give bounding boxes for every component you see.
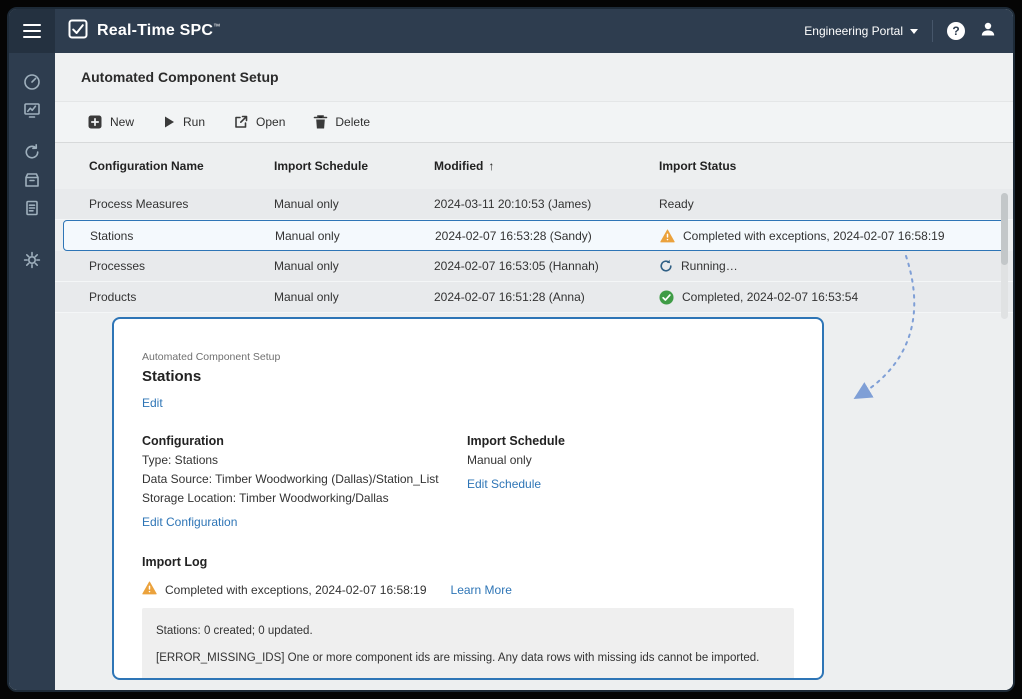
cell-import-status: Completed, 2024-02-07 16:53:54 [659,290,993,305]
table-row[interactable]: Products Manual only 2024-02-07 16:51:28… [55,282,1013,313]
column-import-schedule[interactable]: Import Schedule [274,159,434,173]
new-button-label: New [110,115,134,129]
delete-button[interactable]: Delete [313,114,370,130]
user-icon [979,20,997,43]
sidebar-item-settings[interactable] [23,251,41,269]
edit-schedule-link[interactable]: Edit Schedule [467,477,541,491]
log-line: [ERROR_MISSING_IDS] One or more componen… [156,652,780,664]
table-row[interactable]: Processes Manual only 2024-02-07 16:53:0… [55,251,1013,282]
open-button[interactable]: Open [233,114,285,130]
help-button[interactable]: ? [947,22,965,40]
page-header: Automated Component Setup [55,53,1013,101]
trademark-symbol: ™ [213,24,220,31]
cell-import-schedule: Manual only [274,259,434,273]
sidebar-item-charts[interactable] [23,101,41,119]
success-check-icon [659,290,674,305]
app-logo: Real-Time SPC™ [68,19,220,44]
chevron-down-icon [910,29,918,34]
configuration-section: Configuration Type: Stations Data Source… [142,434,467,531]
play-icon [162,115,176,129]
delete-button-label: Delete [335,115,370,129]
page-title: Automated Component Setup [81,69,279,85]
portal-label: Engineering Portal [804,24,903,38]
sidebar-item-dashboard[interactable] [23,73,41,91]
cell-import-status: Running… [659,259,993,273]
edit-link[interactable]: Edit [142,396,163,410]
configuration-type: Type: Stations [142,453,467,467]
column-configuration-name[interactable]: Configuration Name [89,159,274,173]
cell-import-schedule: Manual only [274,290,434,304]
learn-more-link[interactable]: Learn More [451,583,512,597]
refresh-running-icon [659,259,673,273]
sidebar-nav [9,53,55,690]
toolbar: New Run Open Delete [55,101,1013,143]
new-button[interactable]: New [87,114,134,130]
configuration-heading: Configuration [142,434,467,448]
cell-configuration-name: Products [89,290,274,304]
top-bar: Real-Time SPC™ Engineering Portal ? [9,9,1013,53]
cell-modified: 2024-02-07 16:53:05 (Hannah) [434,259,659,273]
scrollbar-thumb[interactable] [1001,193,1008,265]
cell-import-schedule: Manual only [274,197,434,211]
configuration-storage-location: Storage Location: Timber Woodworking/Dal… [142,491,467,505]
brand-title: Real-Time SPC™ [97,22,220,40]
import-log-status-text: Completed with exceptions, 2024-02-07 16… [165,583,427,597]
cell-configuration-name: Process Measures [89,197,274,211]
sidebar-item-sync[interactable] [23,143,41,161]
storage-box-icon [23,171,41,189]
sidebar-item-storage[interactable] [23,171,41,189]
column-modified[interactable]: Modified↑ [434,159,659,173]
configuration-data-source: Data Source: Timber Woodworking (Dallas)… [142,472,467,486]
hamburger-menu-button[interactable] [9,9,55,53]
sidebar-item-worklist[interactable] [23,199,41,217]
cell-import-schedule: Manual only [275,229,435,243]
warning-icon [660,229,675,243]
cell-modified: 2024-02-07 16:53:28 (Sandy) [435,229,660,243]
topbar-divider [932,20,933,42]
warning-icon [142,581,157,598]
import-schedule-value: Manual only [467,453,565,467]
scrollbar[interactable] [1001,193,1008,319]
top-bar-right: Engineering Portal ? [804,20,1013,43]
run-button-label: Run [183,115,205,129]
chart-board-icon [23,101,41,119]
edit-configuration-link[interactable]: Edit Configuration [142,515,237,529]
table-row[interactable]: Process Measures Manual only 2024-03-11 … [55,189,1013,220]
import-log-heading: Import Log [142,555,794,569]
sync-icon [23,143,41,161]
trash-icon [313,114,328,130]
column-import-status[interactable]: Import Status [659,159,993,173]
cell-import-status: Ready [659,197,993,211]
cell-configuration-name: Stations [90,229,275,243]
help-icon: ? [952,24,959,38]
user-account-button[interactable] [979,20,997,43]
table-header: Configuration Name Import Schedule Modif… [55,143,1013,189]
gear-icon [23,251,41,269]
cell-modified: 2024-03-11 20:10:53 (James) [434,197,659,211]
detail-card: Automated Component Setup Stations Edit … [112,317,824,680]
table-row-selected[interactable]: Stations Manual only 2024-02-07 16:53:28… [63,220,1005,251]
card-title: Stations [142,368,794,385]
run-button[interactable]: Run [162,115,205,129]
logo-checkmark-icon [68,19,88,44]
sort-ascending-icon: ↑ [488,159,494,173]
open-button-label: Open [256,115,285,129]
card-breadcrumb: Automated Component Setup [142,351,794,363]
log-line: Stations: 0 created; 0 updated. [156,625,780,637]
import-schedule-heading: Import Schedule [467,434,565,448]
app-window: Real-Time SPC™ Engineering Portal ? [7,7,1015,692]
cell-configuration-name: Processes [89,259,274,273]
card-columns: Configuration Type: Stations Data Source… [142,434,794,531]
cell-modified: 2024-02-07 16:51:28 (Anna) [434,290,659,304]
open-external-icon [233,114,249,130]
portal-selector[interactable]: Engineering Portal [804,24,918,38]
gauge-icon [23,73,41,91]
import-log-status: Completed with exceptions, 2024-02-07 16… [142,581,794,598]
import-schedule-section: Import Schedule Manual only Edit Schedul… [467,434,565,531]
plus-icon [87,114,103,130]
hamburger-icon [23,30,41,32]
cell-import-status: Completed with exceptions, 2024-02-07 16… [660,229,992,243]
import-log-output: Stations: 0 created; 0 updated. [ERROR_M… [142,608,794,680]
clipboard-icon [23,199,41,217]
